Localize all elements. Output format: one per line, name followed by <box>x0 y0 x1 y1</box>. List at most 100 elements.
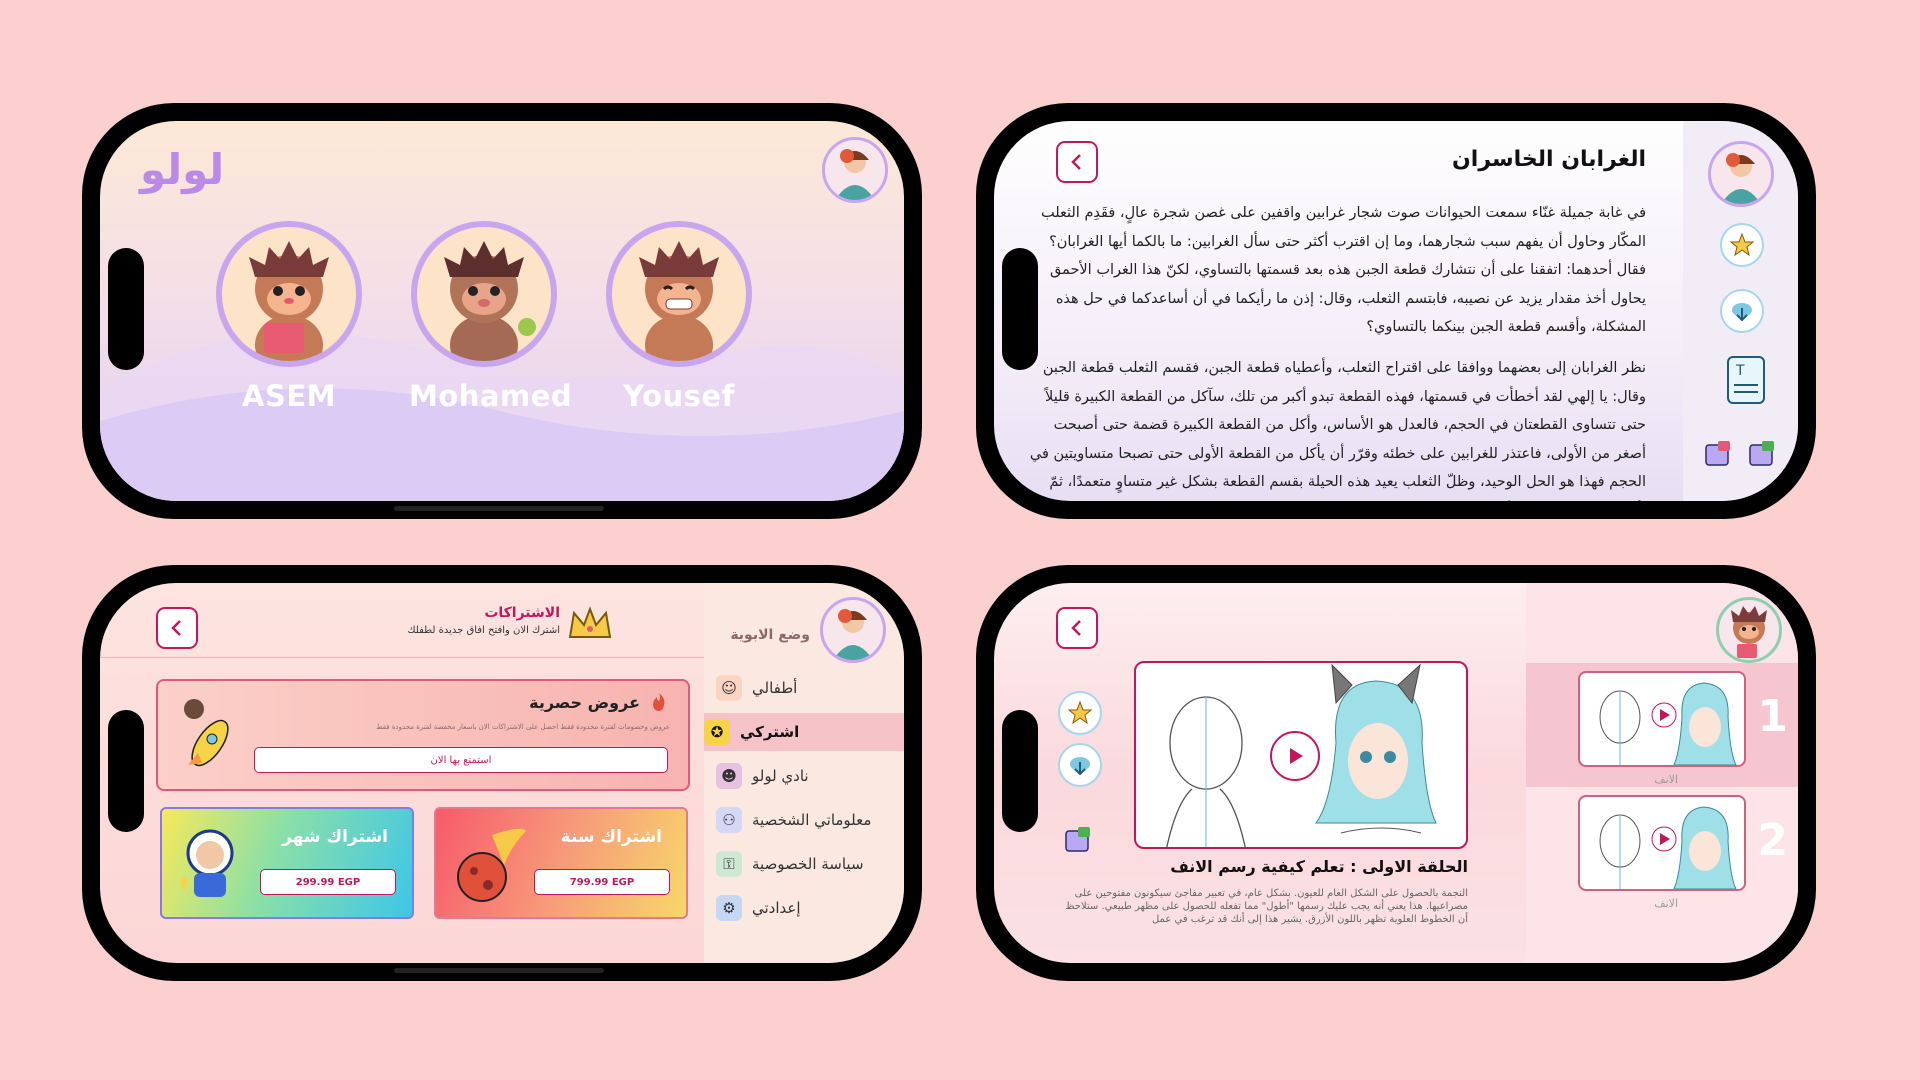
phone-subscriptions: الاشتراكات اشترك الان وافتح افاق جديدة ل… <box>82 565 922 981</box>
menu-item-label: أطفالي <box>752 679 798 697</box>
chevron-left-icon <box>1071 154 1081 170</box>
crown-icon <box>568 606 612 638</box>
add-to-list-button[interactable] <box>1748 439 1776 467</box>
menu-item-subscribe[interactable]: اشتركي ✪ <box>704 713 904 751</box>
app-logo-title: لولو <box>140 145 225 194</box>
parent-avatar[interactable] <box>820 597 886 663</box>
phone-side-button <box>1516 107 1586 113</box>
privacy-icon: ⚿ <box>716 851 742 877</box>
kid-card-asem[interactable]: ASEM <box>214 221 364 413</box>
hedgehog-reading-icon <box>1731 606 1767 658</box>
subscribe-icon: ✪ <box>704 719 730 745</box>
menu-item-my-kids[interactable]: أطفالي ☺ <box>716 669 886 707</box>
download-button[interactable] <box>1720 289 1764 333</box>
yearly-price: 799.99 EGP <box>534 869 670 895</box>
episode-number: 1 <box>1757 691 1788 742</box>
astronaut-icon <box>180 829 234 897</box>
monthly-subscription-card[interactable]: اشتراك شهر 299.99 EGP <box>160 807 414 919</box>
meteor-icon <box>457 828 526 902</box>
story-paragraph: نظر الغرابان إلى بعضهما ووافقا على اقترا… <box>1029 359 1646 491</box>
episode-thumbnail <box>1578 671 1746 767</box>
phone-side-button <box>350 569 430 575</box>
add-to-list-button[interactable] <box>1064 825 1092 853</box>
story-screen: الغرابان الخاسران في غابة جميلة غنّاء سم… <box>994 121 1798 501</box>
list-add-icon <box>1749 441 1774 466</box>
back-button[interactable] <box>1056 141 1098 183</box>
episode-title: الحلقة الاولى : تعلم كيفية رسم الانف <box>1170 857 1468 876</box>
phone-side-button <box>1244 569 1324 575</box>
subscriptions-subtitle: اشترك الان وافتح افاق جديدة لطفلك <box>407 625 560 636</box>
phone-side-button <box>622 569 692 575</box>
hedgehog-icon <box>444 241 536 361</box>
subscriptions-screen: الاشتراكات اشترك الان وافتح افاق جديدة ل… <box>100 583 904 963</box>
kid-avatar <box>606 221 752 367</box>
kid-name: Mohamed <box>409 379 573 413</box>
play-icon <box>1290 748 1303 764</box>
list-add-icon <box>1065 827 1090 852</box>
monthly-title: اشتراك شهر <box>282 827 388 847</box>
kid-avatar[interactable] <box>1716 597 1782 663</box>
rocket-kid-icon <box>184 699 229 767</box>
episode-thumbnail <box>1578 795 1746 891</box>
parent-avatar-icon <box>833 609 873 660</box>
profile-icon: ⚇ <box>716 807 742 833</box>
lesson-video-player[interactable] <box>1134 661 1468 849</box>
dynamic-island <box>108 710 144 832</box>
home-indicator[interactable] <box>394 506 604 511</box>
kids-select-screen: لولو ASEM Mohamed Yousef <box>100 121 904 501</box>
menu-item-privacy-policy[interactable]: سياسة الخصوصية ⚿ <box>716 845 886 883</box>
download-button[interactable] <box>1058 743 1102 787</box>
kid-card-yousef[interactable]: Yousef <box>604 221 754 413</box>
fire-badge-icon <box>653 693 665 711</box>
settings-icon: ⚙ <box>716 895 742 921</box>
menu-item-label: نادي لولو <box>752 767 809 785</box>
menu-item-label: سياسة الخصوصية <box>752 855 864 873</box>
hedgehog-reading-icon <box>249 241 329 361</box>
phone-side-button <box>350 107 430 113</box>
offer-title: عروض حصرية <box>529 692 640 712</box>
episode-item[interactable]: 2 الانف <box>1526 787 1798 911</box>
yearly-subscription-card[interactable]: اشتراك سنة 799.99 EGP <box>434 807 688 919</box>
phone-side-button <box>1516 569 1586 575</box>
home-indicator[interactable] <box>394 968 604 973</box>
phone-kids-select: لولو ASEM Mohamed Yousef <box>82 103 922 519</box>
remove-from-list-button[interactable] <box>1704 439 1732 467</box>
kid-card-mohamed[interactable]: Mohamed <box>409 221 573 413</box>
story-body: في غابة جميلة غنّاء سمعت الحيوانات صوت ش… <box>1026 199 1646 501</box>
phone-story: الغرابان الخاسران في غابة جميلة غنّاء سم… <box>976 103 1816 519</box>
menu-item-my-info[interactable]: معلوماتي الشخصية ⚇ <box>716 801 886 839</box>
phone-side-button <box>622 107 692 113</box>
menu-item-label: معلوماتي الشخصية <box>752 811 872 829</box>
exclusive-offers-card: عروض حصرية عروض وخصومات لفترة محدودة فقط… <box>156 679 690 791</box>
back-button[interactable] <box>1056 607 1098 649</box>
play-button[interactable] <box>1270 731 1320 781</box>
back-button[interactable] <box>156 607 198 649</box>
kids-icon: ☺ <box>716 675 742 701</box>
enjoy-now-button[interactable]: استمتع بها الان <box>254 747 668 773</box>
favorite-button[interactable] <box>1720 223 1764 267</box>
hedgehog-smiling-icon <box>639 241 719 361</box>
dynamic-island <box>1002 248 1038 370</box>
parent-avatar[interactable] <box>1708 141 1774 207</box>
phone-drawing-lesson: الحلقة الاولى : تعلم كيفية رسم الانف الن… <box>976 565 1816 981</box>
subscriptions-header: الاشتراكات اشترك الان وافتح افاق جديدة ل… <box>374 605 560 636</box>
kid-avatar <box>411 221 557 367</box>
dynamic-island <box>108 248 144 370</box>
episode-thumbnail-image <box>1599 806 1737 889</box>
episode-label: الانف <box>1654 897 1678 910</box>
kid-name: ASEM <box>242 379 336 413</box>
menu-item-lulu-club[interactable]: نادي لولو ☻ <box>716 757 886 795</box>
favorite-button[interactable] <box>1058 691 1102 735</box>
dynamic-island <box>1002 710 1038 832</box>
menu-item-settings[interactable]: إعدادتي ⚙ <box>716 889 886 927</box>
drawing-lesson-screen: الحلقة الاولى : تعلم كيفية رسم الانف الن… <box>994 583 1798 963</box>
text-document-button[interactable]: T <box>1724 355 1768 407</box>
episode-number: 2 <box>1757 815 1788 866</box>
subscriptions-title: الاشتراكات <box>484 605 560 621</box>
header-divider <box>100 657 704 658</box>
parent-avatar[interactable] <box>822 137 888 203</box>
text-document-icon: T <box>1727 356 1765 404</box>
yearly-title: اشتراك سنة <box>560 827 662 847</box>
episode-item[interactable]: 1 الانف <box>1526 663 1798 787</box>
episode-label: الانف <box>1654 773 1678 786</box>
